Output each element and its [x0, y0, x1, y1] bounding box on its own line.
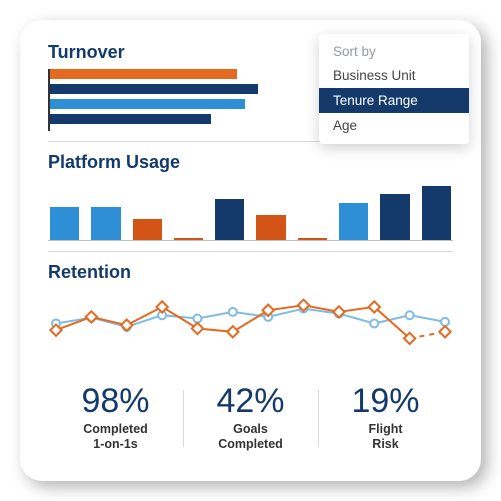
- turnover-bar: [50, 84, 258, 94]
- divider: [48, 251, 453, 252]
- stat-value: 19%: [324, 384, 447, 420]
- retention-marker: [156, 301, 167, 312]
- platform-title: Platform Usage: [48, 152, 453, 173]
- platform-column: [298, 238, 327, 240]
- retention-marker: [441, 318, 449, 326]
- platform-column: [339, 203, 368, 240]
- dashboard-card: Sort by Business Unit Tenure Range Age T…: [20, 20, 481, 481]
- retention-marker: [192, 323, 203, 334]
- stat-goals-completed: 42% GoalsCompleted: [183, 382, 318, 455]
- platform-column: [422, 186, 451, 240]
- stat-label: GoalsCompleted: [189, 422, 312, 453]
- retention-marker: [86, 311, 97, 322]
- stat-label: Completed1-on-1s: [54, 422, 177, 453]
- turnover-chart: [48, 69, 453, 131]
- stat-value: 98%: [54, 384, 177, 420]
- platform-column: [174, 238, 203, 240]
- platform-column: [50, 207, 79, 240]
- stats-row: 98% Completed1-on-1s 42% GoalsCompleted …: [48, 382, 453, 455]
- turnover-bar: [50, 114, 211, 124]
- retention-chart: [48, 289, 453, 363]
- retention-marker: [406, 311, 414, 319]
- retention-marker: [229, 308, 237, 316]
- stat-label: FlightRisk: [324, 422, 447, 453]
- retention-marker: [193, 315, 201, 323]
- platform-column: [215, 199, 244, 240]
- platform-column: [256, 215, 285, 240]
- platform-column: [380, 194, 409, 240]
- platform-column: [133, 219, 162, 240]
- stat-value: 42%: [189, 384, 312, 420]
- retention-title: Retention: [48, 262, 453, 283]
- retention-marker: [439, 326, 450, 337]
- turnover-bar: [50, 99, 245, 109]
- stat-completed-1on1s: 98% Completed1-on-1s: [48, 382, 183, 455]
- stat-flight-risk: 19% FlightRisk: [318, 382, 453, 455]
- turnover-bar: [50, 69, 237, 79]
- sort-title: Sort by: [319, 42, 469, 63]
- retention-marker: [227, 326, 238, 337]
- platform-chart: [48, 179, 453, 241]
- retention-marker: [370, 320, 378, 328]
- platform-column: [91, 207, 120, 240]
